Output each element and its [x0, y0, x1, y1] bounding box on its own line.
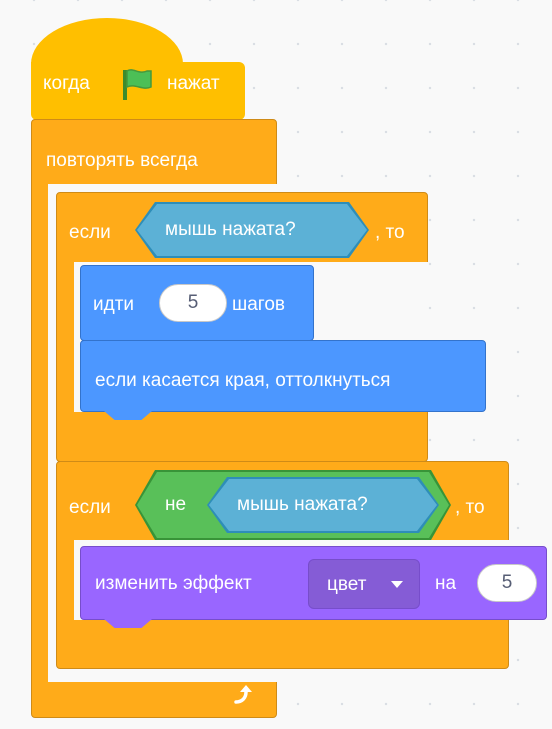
chevron-down-icon: [391, 581, 403, 588]
effect-value-input[interactable]: 5: [477, 564, 537, 602]
not-operator[interactable]: не мышь нажата?: [135, 470, 451, 540]
mouse-down-label-1: мышь нажата?: [165, 219, 296, 240]
green-flag-icon: [117, 67, 157, 101]
effect-dropdown-value: цвет: [327, 574, 367, 595]
mouse-down-label-2: мышь нажата?: [237, 494, 368, 515]
move-prefix-label: идти: [93, 294, 135, 315]
mouse-down-condition-2[interactable]: мышь нажата?: [207, 477, 439, 533]
bounce-on-edge-block[interactable]: если касается края, оттолкнуться: [80, 340, 486, 412]
move-suffix-label: шагов: [232, 294, 285, 315]
if2-label: если: [69, 497, 111, 518]
forever-label: повторять всегда: [46, 150, 198, 171]
if1-label: если: [69, 222, 111, 243]
effect-by-label: на: [435, 573, 457, 594]
move-steps-input[interactable]: 5: [159, 284, 227, 322]
effect-dropdown[interactable]: цвет: [308, 559, 420, 609]
mouse-down-condition-1[interactable]: мышь нажата?: [135, 202, 369, 258]
if2-then-label: , то: [455, 497, 485, 518]
bounce-label: если касается края, оттолкнуться: [95, 370, 391, 391]
effect-prefix-label: изменить эффект: [95, 573, 252, 594]
loop-arrow-icon: [230, 682, 256, 708]
move-steps-block[interactable]: идти 5 шагов: [80, 265, 314, 341]
not-label: не: [165, 494, 187, 515]
hat-suffix-label: нажат: [167, 73, 220, 94]
if1-then-label: , то: [375, 222, 405, 243]
change-effect-block[interactable]: изменить эффект цвет на 5: [80, 546, 547, 620]
when-flag-clicked-block[interactable]: когда нажат: [31, 18, 245, 120]
hat-prefix-label: когда: [43, 73, 90, 94]
